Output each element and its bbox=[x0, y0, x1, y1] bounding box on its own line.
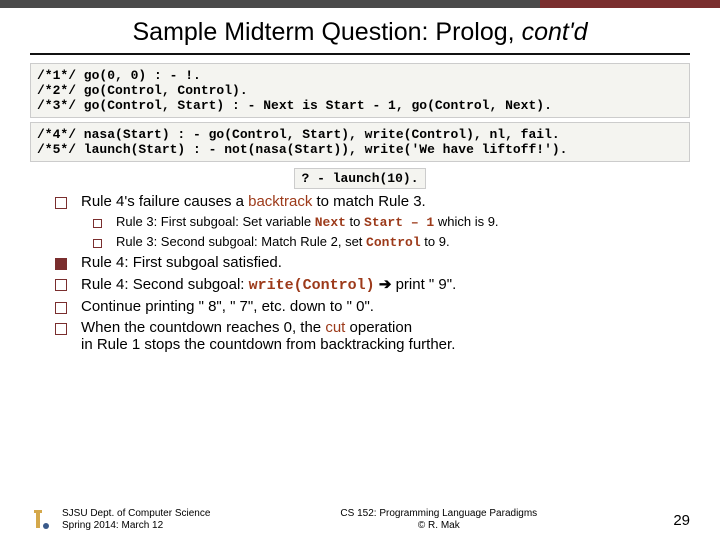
sub-2: Rule 3: Second subgoal: Match Rule 2, se… bbox=[93, 234, 680, 250]
bar-gray bbox=[0, 0, 540, 8]
bullet-5: When the countdown reaches 0, the cut op… bbox=[55, 319, 680, 353]
bullet-open-icon bbox=[55, 302, 67, 314]
footer-mid: CS 152: Programming Language Paradigms ©… bbox=[313, 508, 564, 532]
bullet-4-text: Continue printing " 8", " 7", etc. down … bbox=[81, 298, 374, 315]
bullet-1: Rule 4's failure causes a backtrack to m… bbox=[55, 193, 680, 210]
footer-left: SJSU Dept. of Computer Science Spring 20… bbox=[62, 508, 313, 532]
footer: SJSU Dept. of Computer Science Spring 20… bbox=[0, 508, 720, 532]
title-main: Sample Midterm Question: Prolog, bbox=[133, 18, 522, 46]
content-area: Rule 4's failure causes a backtrack to m… bbox=[55, 193, 680, 353]
bullet-open-icon bbox=[55, 323, 67, 335]
code-block-1: /*1*/ go(0, 0) : - !. /*2*/ go(Control, … bbox=[30, 63, 690, 118]
sjsu-logo-icon bbox=[30, 508, 54, 532]
bullet-1-text: Rule 4's failure causes a backtrack to m… bbox=[81, 193, 426, 210]
sub-1: Rule 3: First subgoal: Set variable Next… bbox=[93, 214, 680, 230]
header-bars bbox=[0, 0, 720, 8]
sub-bullets: Rule 3: First subgoal: Set variable Next… bbox=[93, 214, 680, 250]
page-number: 29 bbox=[564, 512, 690, 529]
query-row: ? - launch(10). bbox=[0, 168, 720, 189]
bullet-5-text: When the countdown reaches 0, the cut op… bbox=[81, 319, 455, 353]
bullet-open-icon bbox=[55, 279, 67, 291]
bullet-filled-icon bbox=[55, 258, 67, 270]
bullet-2: Rule 4: First subgoal satisfied. bbox=[55, 254, 680, 271]
bullet-open-small-icon bbox=[93, 219, 102, 228]
query-box: ? - launch(10). bbox=[294, 168, 425, 189]
bullet-2-text: Rule 4: First subgoal satisfied. bbox=[81, 254, 282, 271]
title-rule bbox=[30, 53, 690, 55]
code-block-2: /*4*/ nasa(Start) : - go(Control, Start)… bbox=[30, 122, 690, 162]
title-cont: cont'd bbox=[522, 18, 588, 46]
bullet-3: Rule 4: Second subgoal: write(Control) ➔… bbox=[55, 275, 680, 294]
bullet-open-icon bbox=[55, 197, 67, 209]
bullet-3-text: Rule 4: Second subgoal: write(Control) ➔… bbox=[81, 275, 456, 294]
bullet-4: Continue printing " 8", " 7", etc. down … bbox=[55, 298, 680, 315]
slide-title: Sample Midterm Question: Prolog, cont'd bbox=[0, 18, 720, 47]
bar-maroon bbox=[540, 0, 720, 8]
bullet-open-small-icon bbox=[93, 239, 102, 248]
